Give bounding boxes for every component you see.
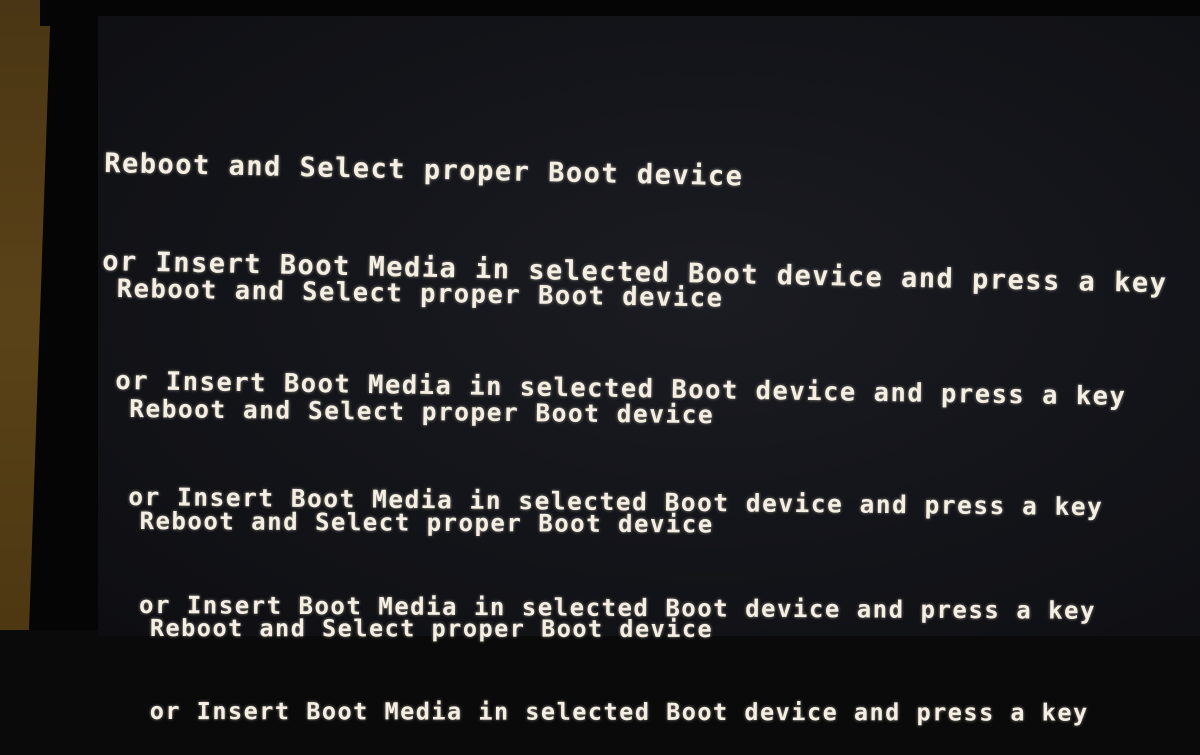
boot-error-line-1: Reboot and Select proper Boot device (149, 613, 714, 643)
boot-error-line-2: or Insert Boot Media in selected Boot de… (149, 696, 1089, 727)
boot-error-line-1: Reboot and Select proper Boot device (104, 147, 744, 193)
boot-error-message: Reboot and Select proper Boot device or … (150, 559, 1089, 755)
boot-error-line-1: Reboot and Select proper Boot device (116, 273, 724, 314)
boot-error-line-1: Reboot and Select proper Boot device (139, 506, 714, 539)
boot-error-line-1: Reboot and Select proper Boot device (129, 393, 715, 430)
